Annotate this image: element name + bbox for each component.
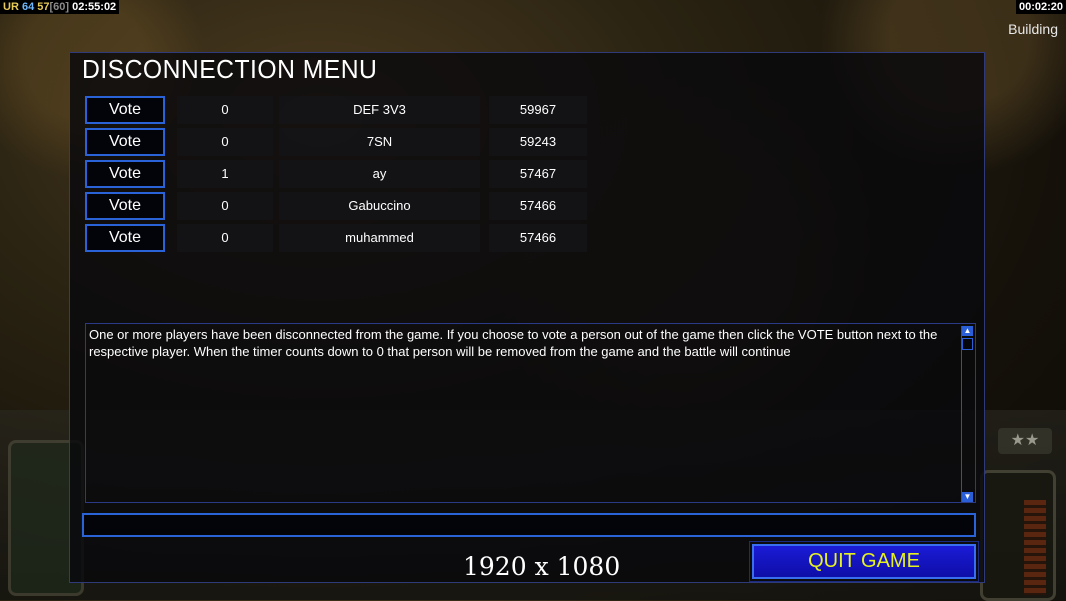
vote-count: 1 <box>177 160 273 188</box>
scroll-up-icon[interactable]: ▲ <box>962 326 973 336</box>
rank-stars: ★★ <box>998 428 1052 454</box>
player-timer: 59967 <box>489 96 587 124</box>
vote-button[interactable]: Vote <box>85 192 165 220</box>
player-timer: 57467 <box>489 160 587 188</box>
power-meter <box>1024 500 1046 595</box>
player-timer: 59243 <box>489 128 587 156</box>
status-ur-label: UR <box>3 1 19 13</box>
vote-count: 0 <box>177 128 273 156</box>
player-name: 7SN <box>279 128 480 156</box>
quit-game-button[interactable]: QUIT GAME <box>749 541 979 582</box>
vote-button[interactable]: Vote <box>85 224 165 252</box>
player-timer: 57466 <box>489 224 587 252</box>
message-scrollbar[interactable]: ▲ ▼ <box>961 326 973 502</box>
message-box: One or more players have been disconnect… <box>85 323 976 503</box>
player-name: muhammed <box>279 224 480 252</box>
vote-count: 0 <box>177 192 273 220</box>
game-timer: 00:02:20 <box>1015 0 1066 14</box>
status-value-b: 57 <box>37 1 50 13</box>
resolution-overlay: 1920 x 1080 <box>463 552 621 581</box>
scroll-down-icon[interactable]: ▼ <box>962 492 973 502</box>
vote-button[interactable]: Vote <box>85 96 165 124</box>
scroll-thumb[interactable] <box>962 338 973 350</box>
player-name: ay <box>279 160 480 188</box>
status-bar-left: UR 64 57[60] 02:55:02 <box>0 0 120 14</box>
vote-count: 0 <box>177 96 273 124</box>
chat-input[interactable] <box>82 513 976 537</box>
vote-button[interactable]: Vote <box>85 128 165 156</box>
status-clock: 02:55:02 <box>72 1 117 13</box>
player-name: DEF 3V3 <box>279 96 480 124</box>
player-timer: 57466 <box>489 192 587 220</box>
player-name: Gabuccino <box>279 192 480 220</box>
disconnection-dialog: DISCONNECTION MENU Vote 0 DEF 3V3 59967 … <box>69 52 985 583</box>
vote-button[interactable]: Vote <box>85 160 165 188</box>
building-status: Building <box>1008 21 1058 37</box>
status-value-a: 64 <box>21 1 35 13</box>
status-value-c: [60] <box>49 1 70 13</box>
vote-count: 0 <box>177 224 273 252</box>
dialog-title: DISCONNECTION MENU <box>82 54 378 84</box>
disconnect-message: One or more players have been disconnect… <box>89 327 938 359</box>
